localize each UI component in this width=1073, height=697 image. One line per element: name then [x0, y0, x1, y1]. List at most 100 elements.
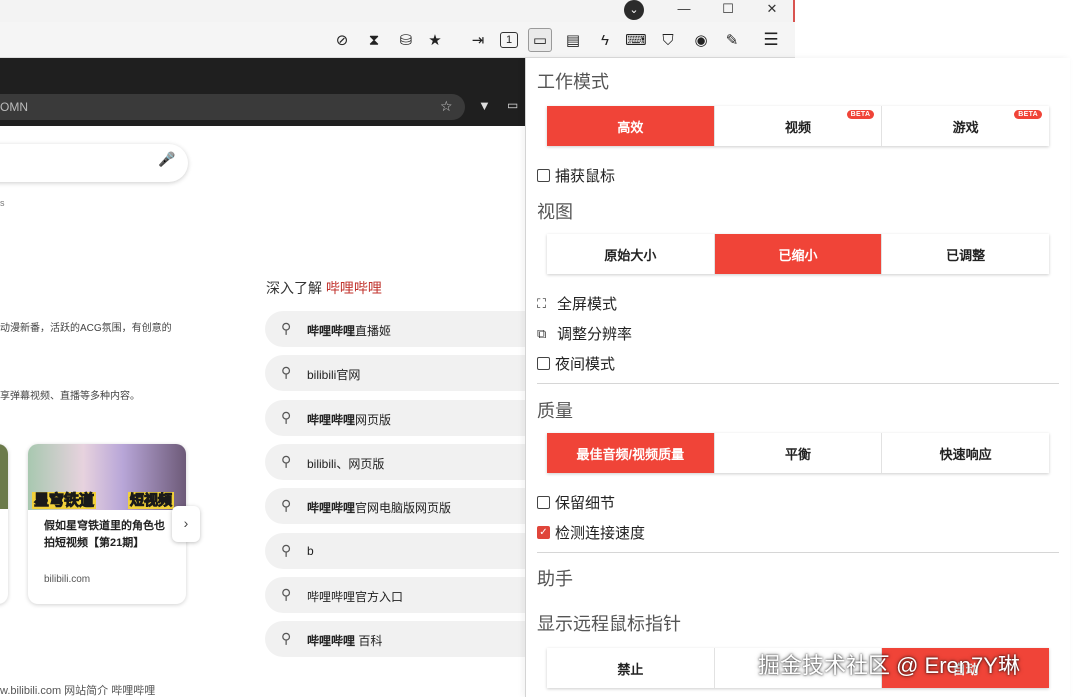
search-icon: ⚲ — [281, 630, 292, 646]
pen-icon[interactable]: ✎ — [720, 28, 744, 52]
remote-extension-icon[interactable]: ▼ — [478, 98, 491, 113]
work-mode-efficient-button[interactable]: 高效 — [547, 106, 715, 146]
remote-address-bar[interactable]: OMN ☆ — [0, 94, 465, 120]
quality-fast-button[interactable]: 快速响应 — [882, 433, 1050, 473]
remote-url-text: OMN — [0, 100, 28, 114]
suggestion-text: 哔哩哔哩直播姬 — [307, 324, 392, 338]
view-adjusted-button[interactable]: 已调整 — [882, 234, 1050, 274]
remote-browser-header: OMN ☆ ▼ ▭ — [0, 58, 525, 126]
video-card[interactable]: 星穹铁道 短视频 假如星穹铁道里的角色也拍短视频【第21期】 bilibili.… — [28, 444, 186, 604]
result-description-2: 享弹幕视频、直播等多种内容。 — [0, 391, 140, 402]
quality-title: 质量 — [537, 401, 573, 421]
night-mode-option[interactable]: 夜间模式 — [537, 353, 615, 373]
remote-cast-icon[interactable]: ▭ — [507, 98, 518, 112]
hide-eye-icon[interactable]: ⊘ — [330, 28, 354, 52]
fullscreen-option[interactable]: ⛶ 全屏模式 — [537, 293, 617, 313]
result-description-1: 动漫新番，活跃的ACG氛围，有创意的 — [0, 323, 172, 334]
lightning-icon[interactable]: ϟ — [593, 28, 617, 52]
keyboard-icon[interactable]: ⌨ — [624, 28, 648, 52]
explore-heading-accent: 哔哩哔哩 — [325, 280, 382, 296]
search-icon: ⚲ — [281, 364, 292, 380]
remote-desktop-view[interactable]: OMN ☆ ▼ ▭ 🎤 s 动漫新番，活跃的ACG氛围，有创意的 享弹幕视频、直… — [0, 58, 525, 697]
keep-detail-checkbox[interactable] — [537, 495, 550, 509]
suggestion-text: 哔哩哔哩官网电脑版网页版 — [307, 501, 452, 515]
suggestion-text: 哔哩哔哩 百科 — [307, 634, 383, 648]
suggestion-item[interactable]: ⚲ 哔哩哔哩直播姬 — [265, 311, 525, 347]
capture-mouse-option[interactable]: 捕获鼠标 — [537, 165, 615, 185]
minimize-button[interactable]: — — [662, 0, 706, 20]
suggestion-item[interactable]: ⚲ 哔哩哔哩网页版 — [265, 400, 525, 436]
explore-heading: 深入了解 哔哩哔哩 — [266, 278, 382, 298]
work-mode-game-button[interactable]: 游戏 BETA — [882, 106, 1050, 146]
explore-heading-prefix: 深入了解 — [266, 280, 326, 296]
export-icon[interactable]: ⇥ — [466, 28, 490, 52]
pointer-disabled-button[interactable]: 禁止 — [547, 648, 715, 688]
search-icon: ⚲ — [281, 320, 292, 336]
quality-balanced-button[interactable]: 平衡 — [714, 433, 883, 473]
shield-icon[interactable]: ⛉ — [656, 28, 680, 52]
thumbnail-caption-right: 短视频 — [128, 492, 174, 509]
search-icon: ⚲ — [281, 586, 292, 602]
detect-speed-checkbox[interactable]: ✓ — [537, 525, 550, 539]
work-mode-selector: 高效 视频 BETA 游戏 BETA — [547, 106, 1050, 146]
suggestion-text: bilibili、网页版 — [307, 457, 385, 471]
suggestion-item[interactable]: ⚲ bilibili官网 — [265, 355, 525, 391]
suggestion-item[interactable]: ⚲ 哔哩哔哩官方入口 — [265, 577, 525, 613]
suggestion-item[interactable]: ⚲ bilibili、网页版 — [265, 444, 525, 480]
video-card-site: bilibili.com — [44, 574, 91, 585]
window-titlebar: ⌄ — ☐ ✕ — [0, 0, 795, 22]
beta-badge: BETA — [846, 110, 875, 119]
work-mode-title: 工作模式 — [537, 72, 609, 92]
search-icon: ⚲ — [281, 453, 292, 469]
display-settings-panel: 工作模式 高效 视频 BETA 游戏 BETA 捕获鼠标 视图 原始大小 已缩小 已… — [525, 58, 1070, 697]
view-shrunk-button[interactable]: 已缩小 — [714, 234, 883, 274]
suggestion-text: 哔哩哔哩网页版 — [307, 413, 392, 427]
chat-icon[interactable]: ▤ — [561, 28, 585, 52]
video-thumbnail-partial — [0, 444, 8, 509]
search-icon: ⚲ — [281, 497, 292, 513]
app-logo-icon[interactable]: ⌄ — [624, 0, 644, 20]
hourglass-icon[interactable]: ⧗ — [362, 28, 386, 52]
fullscreen-icon: ⛶ — [537, 295, 547, 311]
quality-best-button[interactable]: 最佳音频/视频质量 — [547, 433, 715, 473]
resolution-icon: ⧉ — [537, 325, 547, 341]
divider — [537, 552, 1059, 553]
bookmark-star-icon[interactable]: ☆ — [440, 98, 453, 115]
capture-mouse-checkbox[interactable] — [537, 168, 550, 182]
divider — [537, 383, 1059, 384]
suggestion-item[interactable]: ⚲ 哔哩哔哩官网电脑版网页版 — [265, 488, 525, 524]
keep-detail-option[interactable]: 保留细节 — [537, 492, 615, 512]
search-result-fragment: s — [0, 198, 5, 208]
microphone-icon[interactable]: 🎤 — [158, 151, 175, 168]
remote-pointer-title: 显示远程鼠标指针 — [537, 614, 681, 634]
star-icon[interactable]: ★ — [423, 28, 447, 52]
record-icon[interactable]: ◉ — [689, 28, 713, 52]
quality-selector: 最佳音频/视频质量 平衡 快速响应 — [547, 433, 1050, 473]
database-icon[interactable]: ⛁ — [394, 28, 418, 52]
carousel-next-button[interactable]: › — [172, 506, 200, 542]
menu-icon[interactable]: ☰ — [759, 28, 783, 52]
video-card-partial[interactable] — [0, 444, 8, 604]
view-title: 视图 — [537, 202, 573, 222]
resolution-option[interactable]: ⧉ 调整分辨率 — [537, 323, 632, 343]
maximize-button[interactable]: ☐ — [706, 0, 750, 20]
assistant-title: 助手 — [537, 569, 573, 589]
night-mode-checkbox[interactable] — [537, 356, 550, 370]
detect-speed-option[interactable]: ✓ 检测连接速度 — [537, 522, 645, 542]
thumbnail-caption-left: 星穹铁道 — [32, 492, 97, 510]
suggestion-text: b — [307, 544, 314, 558]
result-footer-link[interactable]: w.bilibili.com 网站简介 哔哩哔哩 — [0, 682, 155, 697]
display-1-icon[interactable]: 1 — [500, 32, 518, 48]
suggestion-item[interactable]: ⚲ 哔哩哔哩 百科 — [265, 621, 525, 657]
video-thumbnail: 星穹铁道 短视频 — [28, 444, 186, 510]
suggestion-item[interactable]: ⚲ b — [265, 533, 525, 569]
monitor-icon[interactable]: ▭ — [528, 28, 552, 52]
close-button[interactable]: ✕ — [750, 0, 794, 20]
view-original-size-button[interactable]: 原始大小 — [547, 234, 715, 274]
remote-toolbar: ⊘ ⧗ ⛁ ★ ⇥ 1 ▭ ▤ ϟ ⌨ ⛉ ◉ ✎ ☰ — [0, 22, 795, 58]
work-mode-video-button[interactable]: 视频 BETA — [714, 106, 883, 146]
search-icon: ⚲ — [281, 409, 292, 425]
watermark: 掘金技术社区 @ Eren7Y琳 — [758, 653, 1020, 678]
view-selector: 原始大小 已缩小 已调整 — [547, 234, 1050, 274]
video-card-title: 假如星穹铁道里的角色也拍短视频【第21期】 — [44, 520, 165, 549]
